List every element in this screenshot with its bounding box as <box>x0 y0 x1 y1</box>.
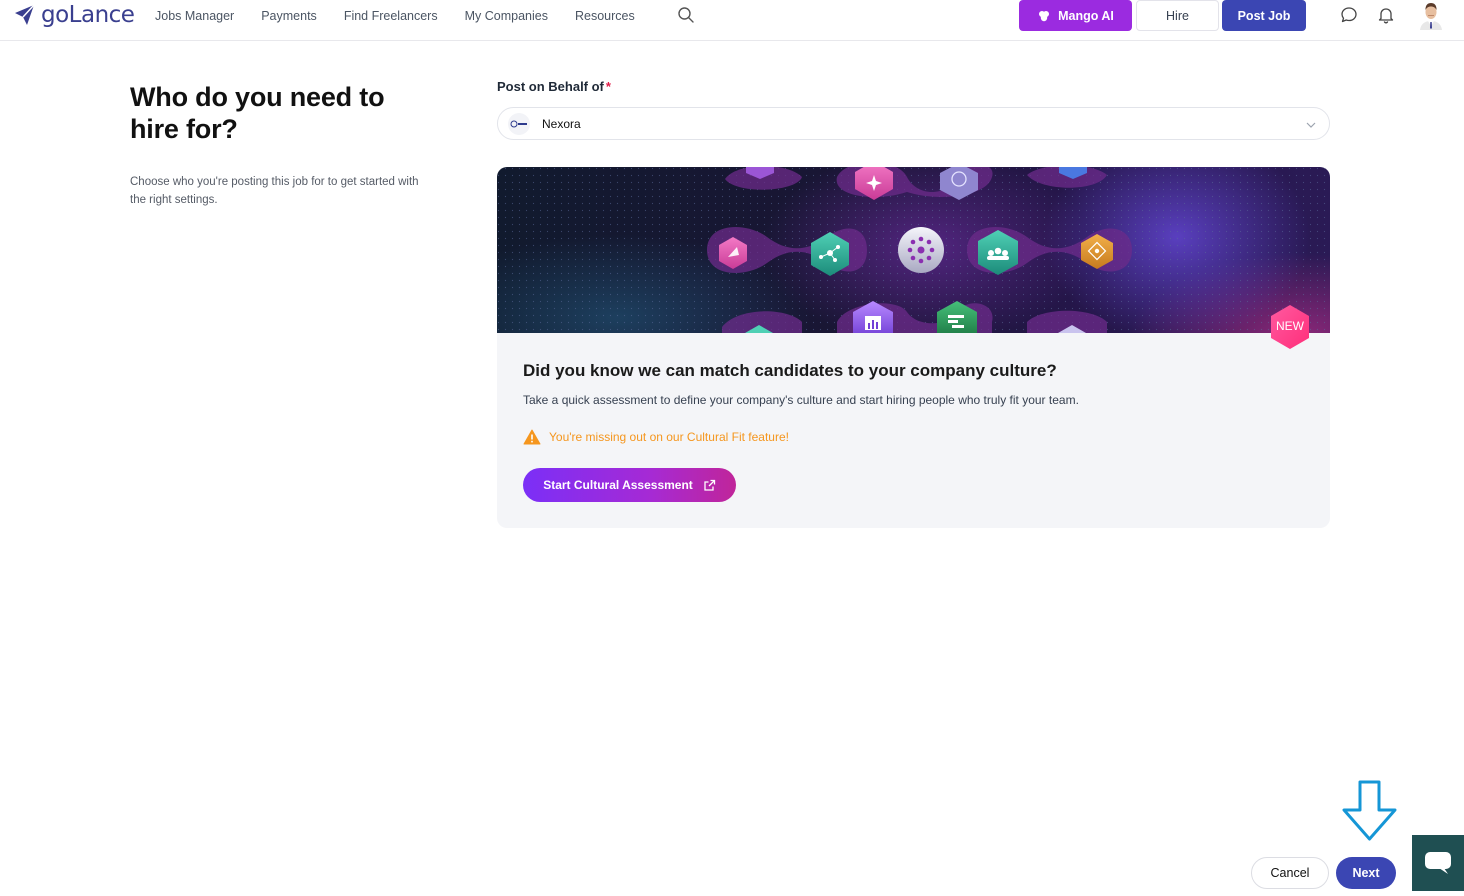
hire-button[interactable]: Hire <box>1136 0 1219 31</box>
nav-find-freelancers[interactable]: Find Freelancers <box>344 9 438 23</box>
new-badge-label: NEW <box>1276 319 1304 333</box>
mango-ai-button[interactable]: Mango AI <box>1019 0 1132 31</box>
post-on-behalf-text: Post on Behalf of <box>497 79 604 94</box>
next-button[interactable]: Next <box>1336 857 1396 889</box>
nav-jobs-manager[interactable]: Jobs Manager <box>155 9 234 23</box>
nav-payments[interactable]: Payments <box>261 9 317 23</box>
start-cultural-assessment-button[interactable]: Start Cultural Assessment <box>523 468 736 502</box>
nav-my-companies[interactable]: My Companies <box>465 9 548 23</box>
golance-logo[interactable]: goLance <box>12 2 135 28</box>
page-description: Choose who you're posting this job for t… <box>130 176 419 206</box>
company-logo-icon <box>508 112 530 135</box>
page-title: Who do you need to hire for? <box>130 82 385 144</box>
search-icon[interactable] <box>677 6 695 24</box>
bell-icon[interactable] <box>1377 6 1395 24</box>
warning-icon <box>523 429 541 445</box>
card-title: Did you know we can match candidates to … <box>523 361 1057 380</box>
chevron-down-icon <box>1306 122 1316 128</box>
main-nav: Jobs Manager Payments Find Freelancers M… <box>155 9 662 23</box>
post-on-behalf-label: Post on Behalf of * <box>497 79 611 94</box>
post-job-button[interactable]: Post Job <box>1222 0 1306 31</box>
card-description: Take a quick assessment to define your c… <box>523 393 1079 407</box>
down-arrow-icon <box>1342 780 1397 841</box>
cultural-fit-warning: You're missing out on our Cultural Fit f… <box>523 429 789 445</box>
mango-ai-label: Mango AI <box>1058 8 1114 23</box>
company-select-value: Nexora <box>542 116 581 131</box>
culture-banner-image <box>497 167 1330 333</box>
cancel-button[interactable]: Cancel <box>1251 857 1329 889</box>
nav-resources[interactable]: Resources <box>575 9 635 23</box>
user-avatar[interactable] <box>1418 0 1444 30</box>
logo-text: goLance <box>41 2 135 28</box>
chat-icon[interactable] <box>1340 6 1358 24</box>
support-chat-button[interactable] <box>1412 835 1464 891</box>
mango-icon <box>1039 10 1050 21</box>
cultural-fit-card: NEW Did you know we can match candidates… <box>497 167 1330 528</box>
warning-text: You're missing out on our Cultural Fit f… <box>549 430 789 444</box>
external-link-icon <box>704 479 715 491</box>
chat-bubble-icon <box>1425 852 1451 874</box>
required-mark: * <box>605 79 611 94</box>
company-select[interactable]: Nexora <box>497 107 1330 140</box>
top-navbar: goLance Jobs Manager Payments Find Freel… <box>0 0 1464 41</box>
new-badge: NEW <box>1267 304 1313 350</box>
logo-icon <box>15 4 35 25</box>
start-cultural-assessment-label: Start Cultural Assessment <box>543 478 693 492</box>
